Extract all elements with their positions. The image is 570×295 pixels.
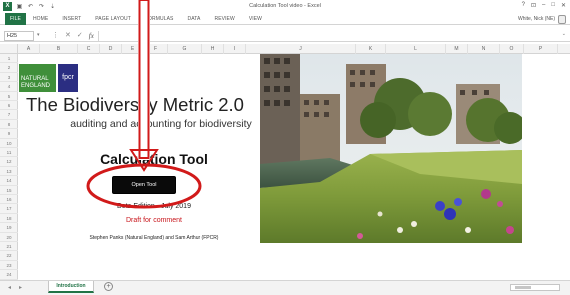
tab-file[interactable]: FILE: [5, 12, 26, 25]
tab-page-layout[interactable]: PAGE LAYOUT: [88, 13, 138, 25]
column-header[interactable]: H: [202, 44, 224, 54]
column-header[interactable]: P: [524, 44, 558, 54]
authors-credit: Stephen Panks (Natural England) and Sam …: [89, 235, 219, 241]
column-header[interactable]: F: [144, 44, 168, 54]
column-headers: A B C D E F G H I J K L M N O P: [0, 44, 570, 54]
chevron-down-icon[interactable]: ▾: [37, 32, 40, 38]
row-header[interactable]: 20: [0, 233, 18, 242]
row-header[interactable]: 6: [0, 101, 18, 111]
sheet-tab-bar: ◂ ▸ Introduction +: [0, 280, 570, 295]
natural-england-logo-text: NATURAL ENGLAND: [21, 76, 51, 89]
row-header[interactable]: 7: [0, 110, 18, 120]
row-header[interactable]: 22: [0, 251, 18, 261]
row-header[interactable]: 19: [0, 223, 18, 233]
enter-icon[interactable]: ✓: [77, 30, 83, 42]
row-header[interactable]: 13: [0, 167, 18, 177]
row-header[interactable]: 10: [0, 139, 18, 148]
column-header[interactable]: B: [40, 44, 78, 54]
row-header[interactable]: 9: [0, 129, 18, 139]
formula-bar-icons: ⋮ ✕ ✓ fx: [52, 30, 94, 42]
tab-data[interactable]: DATA: [180, 13, 207, 25]
column-header[interactable]: J: [246, 44, 356, 54]
tab-insert[interactable]: INSERT: [55, 13, 88, 25]
landscape-photo-graphic: [260, 54, 522, 243]
select-all-corner[interactable]: [0, 44, 18, 54]
worksheet[interactable]: NATURAL ENGLAND fpcr The Biodiversity Me…: [18, 54, 570, 280]
fpcr-logo: fpcr: [58, 64, 78, 92]
close-icon[interactable]: ✕: [561, 2, 566, 9]
title-bar: X ▣ ↶ ↷ ⇣ Calculation Tool video - Excel…: [0, 0, 570, 13]
row-header[interactable]: 18: [0, 214, 18, 224]
chevron-left-icon[interactable]: ◂: [8, 284, 11, 291]
row-header[interactable]: 16: [0, 195, 18, 205]
minimize-icon[interactable]: –: [542, 2, 545, 9]
window-title: Calculation Tool video - Excel: [249, 3, 321, 9]
window-controls: ? ⊡ – □ ✕: [522, 2, 566, 9]
tab-formulas[interactable]: FORMULAS: [138, 13, 181, 25]
ribbon-display-icon[interactable]: ⊡: [531, 2, 536, 9]
maximize-icon[interactable]: □: [551, 2, 555, 9]
natural-england-logo: NATURAL ENGLAND: [19, 64, 56, 92]
horizontal-scrollbar[interactable]: [510, 284, 560, 291]
row-header[interactable]: 8: [0, 120, 18, 130]
cancel-icon[interactable]: ✕: [65, 30, 71, 42]
page-title: The Biodiversity Metric 2.0: [26, 94, 244, 115]
row-header[interactable]: 21: [0, 242, 18, 252]
formula-input[interactable]: [98, 31, 558, 41]
landscape-photo: [260, 54, 522, 243]
column-header[interactable]: C: [78, 44, 100, 54]
row-header[interactable]: 17: [0, 204, 18, 214]
sheet-tab-introduction[interactable]: Introduction: [48, 281, 94, 293]
ribbon-tabs: FILE HOME INSERT PAGE LAYOUT FORMULAS DA…: [0, 12, 570, 25]
expand-formula-bar-icon[interactable]: ⌄: [562, 31, 566, 37]
sheet-nav: ◂ ▸: [8, 284, 22, 291]
subtitle: auditing and accounting for biodiversity: [70, 118, 252, 130]
row-header[interactable]: 15: [0, 186, 18, 195]
column-header[interactable]: D: [100, 44, 122, 54]
avatar: [558, 14, 566, 24]
column-header[interactable]: L: [386, 44, 446, 54]
row-header[interactable]: 1: [0, 54, 18, 64]
more-icon: ⋮: [52, 32, 59, 39]
column-header[interactable]: M: [446, 44, 468, 54]
row-header[interactable]: 12: [0, 157, 18, 167]
row-header[interactable]: 14: [0, 176, 18, 186]
formula-bar: H25 ▾ ⋮ ✕ ✓ fx ⌄: [0, 30, 570, 42]
function-icon[interactable]: fx: [89, 30, 94, 42]
row-headers: 1 2 3 4 5 6 7 8 9 10 11 12 13 14 15 16 17 18 19 20 21 22 23 24: [0, 54, 18, 280]
column-header[interactable]: O: [500, 44, 524, 54]
row-header[interactable]: 23: [0, 261, 18, 271]
column-header[interactable]: G: [168, 44, 202, 54]
tab-view[interactable]: VIEW: [242, 13, 269, 25]
user-account[interactable]: White, Nick (NE): [518, 13, 566, 25]
draft-notice: Draft for comment: [125, 217, 182, 224]
row-header[interactable]: 24: [0, 270, 18, 280]
row-header[interactable]: 4: [0, 82, 18, 92]
row-header[interactable]: 2: [0, 63, 18, 73]
row-header[interactable]: 3: [0, 73, 18, 83]
chevron-right-icon[interactable]: ▸: [19, 284, 22, 291]
row-header[interactable]: 11: [0, 148, 18, 158]
column-header[interactable]: K: [356, 44, 386, 54]
name-box[interactable]: H25: [4, 31, 34, 41]
scrollbar-thumb[interactable]: [515, 286, 531, 289]
edition-text: Beta Edition - July 2019: [117, 203, 191, 210]
open-tool-button[interactable]: Open Tool: [112, 176, 176, 194]
column-header[interactable]: A: [18, 44, 40, 54]
tab-review[interactable]: REVIEW: [207, 13, 241, 25]
add-sheet-icon[interactable]: +: [104, 282, 113, 291]
row-header[interactable]: 5: [0, 92, 18, 101]
column-header[interactable]: I: [224, 44, 246, 54]
help-icon[interactable]: ?: [522, 2, 525, 9]
calculation-tool-heading: Calculation Tool: [100, 151, 208, 167]
column-header[interactable]: E: [122, 44, 144, 54]
column-header[interactable]: N: [468, 44, 500, 54]
user-name: White, Nick (NE): [518, 16, 555, 22]
tab-home[interactable]: HOME: [26, 13, 55, 25]
